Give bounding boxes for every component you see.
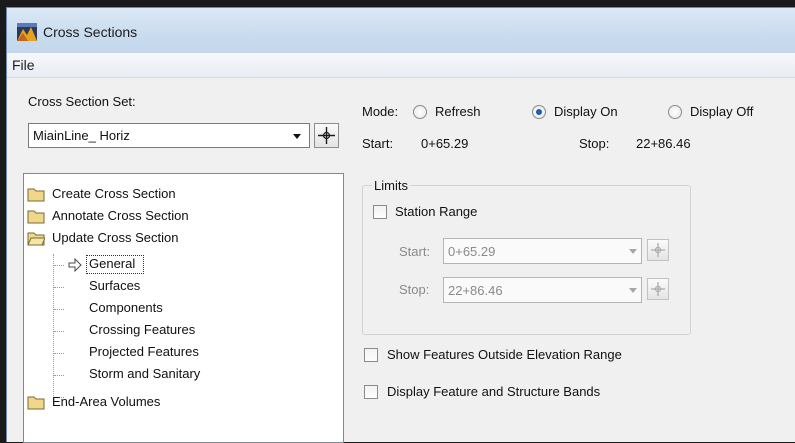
tree-label: Surfaces bbox=[89, 278, 141, 293]
navigation-tree[interactable]: Create Cross Section Annotate Cross Sect… bbox=[23, 173, 344, 443]
display-bands-checkbox[interactable] bbox=[364, 385, 378, 399]
tree-label: Storm and Sanitary bbox=[89, 366, 201, 381]
mode-display-off-radio[interactable] bbox=[668, 105, 682, 119]
mode-refresh-label[interactable]: Refresh bbox=[435, 104, 481, 119]
target-icon bbox=[651, 243, 665, 257]
limits-stop-label: Stop: bbox=[399, 282, 430, 297]
target-button[interactable] bbox=[314, 123, 339, 148]
stop-label: Stop: bbox=[579, 136, 610, 151]
start-label: Start: bbox=[362, 136, 394, 151]
cross-sections-window: Cross Sections File Cross Section Set: M… bbox=[6, 7, 795, 443]
target-icon bbox=[318, 127, 335, 144]
limits-start-dropdown[interactable]: 0+65.29 bbox=[443, 238, 642, 264]
section-set-value: MiainLine_ Horiz bbox=[33, 128, 130, 143]
tree-label: Update Cross Section bbox=[52, 230, 179, 245]
mode-refresh-radio[interactable] bbox=[413, 105, 427, 119]
section-set-dropdown[interactable]: MiainLine_ Horiz bbox=[28, 123, 310, 148]
tree-label: Annotate Cross Section bbox=[52, 208, 189, 223]
tree-connector bbox=[54, 287, 64, 288]
dropdown-arrow-icon bbox=[629, 288, 637, 293]
limits-start-value: 0+65.29 bbox=[448, 244, 496, 259]
folder-open-icon bbox=[27, 232, 45, 246]
tree-connector bbox=[53, 254, 54, 400]
tree-connector bbox=[54, 309, 64, 310]
tree-connector bbox=[54, 331, 64, 332]
mode-label: Mode: bbox=[362, 104, 399, 119]
target-icon bbox=[651, 282, 665, 296]
display-bands-label[interactable]: Display Feature and Structure Bands bbox=[387, 384, 600, 399]
station-range-checkbox[interactable] bbox=[373, 205, 387, 219]
limits-stop-value: 22+86.46 bbox=[448, 283, 503, 298]
limits-title: Limits bbox=[372, 178, 410, 193]
station-range-label[interactable]: Station Range bbox=[395, 204, 477, 219]
mode-display-off-label[interactable]: Display Off bbox=[690, 104, 753, 119]
tree-connector bbox=[54, 353, 64, 354]
arrow-right-icon bbox=[68, 258, 82, 272]
show-outside-label[interactable]: Show Features Outside Elevation Range bbox=[387, 347, 622, 362]
section-set-label: Cross Section Set: bbox=[28, 94, 136, 109]
limits-start-label: Start: bbox=[399, 244, 431, 259]
limits-start-target-button[interactable] bbox=[647, 239, 669, 261]
menu-file[interactable]: File bbox=[12, 57, 35, 73]
app-icon bbox=[17, 23, 37, 41]
folder-icon bbox=[27, 188, 45, 202]
folder-icon bbox=[27, 210, 45, 224]
window-title: Cross Sections bbox=[43, 24, 138, 40]
limits-stop-dropdown[interactable]: 22+86.46 bbox=[443, 277, 642, 303]
tree-label: Components bbox=[89, 300, 163, 315]
tree-label: General bbox=[89, 256, 136, 271]
tree-label: Projected Features bbox=[89, 344, 199, 359]
folder-icon bbox=[27, 396, 45, 410]
title-bar[interactable]: Cross Sections bbox=[7, 8, 795, 53]
tree-label: End-Area Volumes bbox=[52, 394, 161, 409]
show-outside-checkbox[interactable] bbox=[364, 348, 378, 362]
tree-connector bbox=[54, 265, 64, 266]
tree-connector bbox=[54, 375, 64, 376]
stop-value: 22+86.46 bbox=[636, 136, 691, 151]
tree-label: Crossing Features bbox=[89, 322, 196, 337]
mode-display-on-label[interactable]: Display On bbox=[554, 104, 618, 119]
tree-label: Create Cross Section bbox=[52, 186, 176, 201]
limits-stop-target-button[interactable] bbox=[647, 278, 669, 300]
mode-display-on-radio[interactable] bbox=[532, 105, 546, 119]
start-value: 0+65.29 bbox=[421, 136, 469, 151]
menu-bar: File bbox=[7, 53, 795, 78]
dropdown-arrow-icon bbox=[629, 249, 637, 254]
dropdown-arrow-icon bbox=[293, 134, 301, 139]
